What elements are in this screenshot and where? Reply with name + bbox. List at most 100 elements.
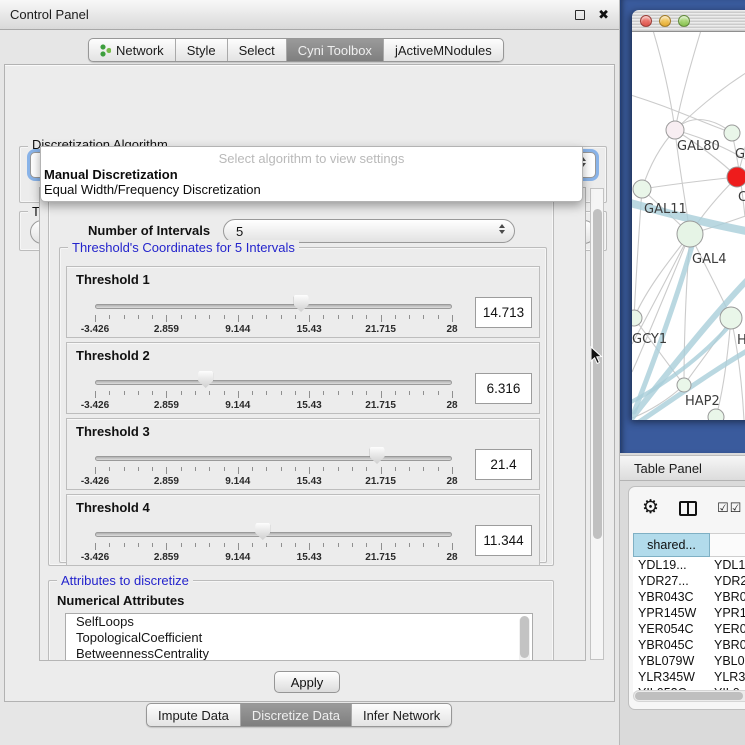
tab-infer-network[interactable]: Infer Network: [351, 704, 451, 726]
slider-tick: [423, 391, 424, 395]
slider-tick: [224, 543, 225, 547]
threshold-slider-thumb[interactable]: [370, 447, 385, 464]
table-cell: YER054C: [633, 621, 710, 637]
network-node-gal80[interactable]: [666, 121, 684, 139]
slider-tick: [224, 315, 225, 319]
table-row[interactable]: YBR045CYBR0: [633, 637, 745, 653]
gear-icon[interactable]: ⚙: [642, 496, 659, 519]
slider-tick: [124, 391, 125, 395]
network-node-hap2[interactable]: [677, 378, 691, 392]
network-node-h[interactable]: [720, 307, 742, 329]
slider-tick: [109, 467, 110, 471]
slider-tick: [295, 543, 296, 547]
table-row[interactable]: YER054CYER0: [633, 621, 745, 637]
network-node-unlabeled[interactable]: [708, 409, 724, 420]
slider-tick: [452, 391, 453, 398]
attribute-item-betweennesscentrality[interactable]: BetweennessCentrality: [66, 646, 532, 661]
slider-tick: [181, 543, 182, 547]
slider-tick: [124, 543, 125, 547]
tab-jactivemnodules[interactable]: jActiveMNodules: [383, 39, 503, 61]
table-row[interactable]: YBL079WYBL0: [633, 653, 745, 669]
slider-tick: [166, 315, 167, 322]
application-window: Control Panel ✖ NetworkStyleSelectCyni T…: [0, 0, 745, 745]
slider-tick: [281, 391, 282, 395]
network-node-gal11[interactable]: [633, 180, 651, 198]
network-node-ga[interactable]: [724, 125, 740, 141]
slider-tick: [138, 315, 139, 319]
table-row[interactable]: YBR043CYBR0: [633, 589, 745, 605]
float-panel-icon[interactable]: [575, 10, 585, 20]
tab-select[interactable]: Select: [227, 39, 286, 61]
slider-tick: [266, 467, 267, 471]
table-horizontal-scrollbar[interactable]: [633, 690, 745, 702]
threshold-slider-track[interactable]: [95, 304, 452, 309]
close-window-icon[interactable]: [640, 15, 652, 27]
threshold-slider-thumb[interactable]: [255, 523, 270, 540]
table-row[interactable]: YPR145WYPR1: [633, 605, 745, 621]
zoom-window-icon[interactable]: [678, 15, 690, 27]
threshold-slider-track[interactable]: [95, 532, 452, 537]
scrollbar-thumb[interactable]: [635, 692, 743, 700]
slider-tick: [409, 315, 410, 319]
slider-tick-label: 9.144: [216, 552, 260, 563]
slider-tick: [295, 315, 296, 319]
minimize-window-icon[interactable]: [659, 15, 671, 27]
slider-tick: [252, 391, 253, 395]
slider-tick: [266, 391, 267, 395]
tab-cyni-toolbox[interactable]: Cyni Toolbox: [286, 39, 383, 61]
slider-tick: [266, 315, 267, 319]
scrollbar-thumb[interactable]: [520, 616, 529, 658]
tab-label: Cyni Toolbox: [298, 43, 372, 58]
threshold-value-field[interactable]: 21.4: [475, 449, 532, 480]
table-cell: YLR3: [710, 669, 745, 685]
combo-arrows-icon: [499, 224, 505, 234]
tab-impute-data[interactable]: Impute Data: [147, 704, 240, 726]
interval-definition-group: Interval Definition Number of Intervals …: [48, 194, 554, 566]
slider-tick: [152, 467, 153, 471]
network-node-gal4[interactable]: [677, 221, 703, 247]
network-node-c[interactable]: [727, 167, 745, 187]
network-window-titlebar: [632, 10, 745, 32]
apply-button[interactable]: Apply: [274, 671, 340, 693]
threshold-slider-thumb[interactable]: [198, 371, 213, 388]
attribute-item-selfloops[interactable]: SelfLoops: [66, 614, 532, 630]
tab-discretize-data[interactable]: Discretize Data: [240, 704, 351, 726]
slider-tick: [309, 543, 310, 550]
column-header-shared[interactable]: shared...: [633, 533, 710, 557]
select-columns-icon[interactable]: ☑☑: [717, 500, 742, 516]
table-cell: YPR1: [710, 605, 745, 621]
threshold-slider-track[interactable]: [95, 380, 452, 385]
threshold-value-field[interactable]: 14.713: [475, 297, 532, 328]
slider-tick-label: 2.859: [144, 324, 188, 335]
threshold-value-field[interactable]: 11.344: [475, 525, 532, 556]
table-row[interactable]: YDR27...YDR2: [633, 573, 745, 589]
slider-tick: [395, 467, 396, 471]
main-vertical-scrollbar[interactable]: [590, 188, 604, 660]
slider-tick: [166, 467, 167, 474]
thresholds-group-label: Threshold's Coordinates for 5 Intervals: [68, 240, 299, 255]
network-icon: [100, 44, 111, 57]
column-header-n[interactable]: n: [710, 533, 745, 557]
table-row[interactable]: YLR345WYLR3: [633, 669, 745, 685]
slider-tick: [166, 543, 167, 550]
dropdown-option-equal-width-frequency[interactable]: Equal Width/Frequency Discretization: [41, 182, 582, 197]
close-panel-icon[interactable]: ✖: [598, 10, 609, 20]
threshold-slider-thumb[interactable]: [294, 295, 309, 312]
attribute-item-topologicalcoefficient[interactable]: TopologicalCoefficient: [66, 630, 532, 646]
dropdown-option-manual-discretization[interactable]: Manual Discretization: [41, 167, 582, 182]
attribute-list-scrollbar[interactable]: [519, 616, 530, 661]
slider-tick-label: 2.859: [144, 400, 188, 411]
network-canvas[interactable]: GAL80GACGAL11GAL4GCY1HHAP2: [632, 32, 745, 420]
slider-tick: [438, 467, 439, 471]
columns-icon[interactable]: [679, 501, 697, 516]
scrollbar-thumb[interactable]: [593, 209, 602, 539]
slider-tick: [266, 543, 267, 547]
slider-tick: [309, 467, 310, 474]
table-cell: YDR27...: [633, 573, 710, 589]
tab-network[interactable]: Network: [89, 39, 175, 61]
threshold-value-field[interactable]: 6.316: [475, 373, 532, 404]
network-node-gcy1[interactable]: [632, 310, 642, 326]
table-row[interactable]: YDL19...YDL1: [633, 557, 745, 573]
tab-style[interactable]: Style: [175, 39, 227, 61]
threshold-slider-track[interactable]: [95, 456, 452, 461]
